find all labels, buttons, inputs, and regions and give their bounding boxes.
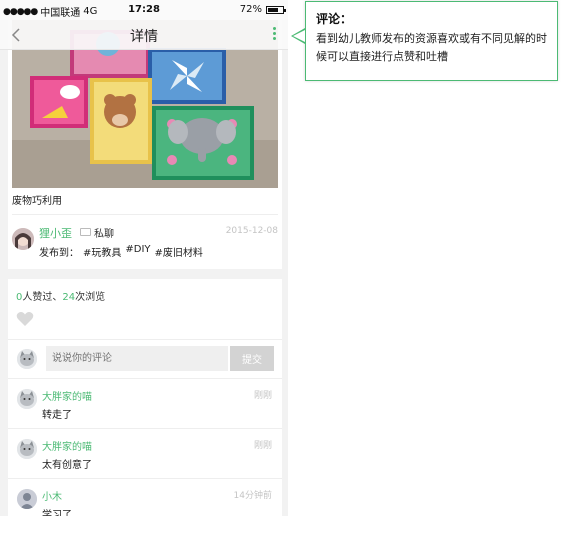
publish-label: 发布到： bbox=[39, 248, 79, 259]
commenter-name[interactable]: 大胖家的喵 bbox=[42, 388, 92, 403]
chat-icon[interactable] bbox=[80, 228, 91, 236]
comment-text: 太有创意了 bbox=[42, 460, 92, 471]
stats-card: 0人赞过、24次浏览 bbox=[8, 279, 282, 339]
heart-icon[interactable] bbox=[16, 311, 34, 327]
private-chat-link[interactable]: 私聊 bbox=[94, 225, 114, 240]
nav-bar: 详情 bbox=[0, 20, 288, 50]
commenter-name[interactable]: 大胖家的喵 bbox=[42, 438, 92, 453]
commenter-avatar[interactable] bbox=[17, 439, 37, 459]
comment-text: 学习了 bbox=[42, 510, 72, 516]
annotation-callout: 评论： 看到幼儿教师发布的资源喜欢或有不同见解的时候可以直接进行点赞和吐槽 bbox=[305, 1, 558, 81]
submit-comment-button[interactable]: 提交 bbox=[230, 346, 274, 371]
stats-line: 0人赞过、24次浏览 bbox=[16, 292, 106, 303]
callout-arrow-inner bbox=[293, 30, 305, 42]
tag[interactable]: #DIY bbox=[125, 244, 150, 259]
post-date: 2015-12-08 bbox=[225, 226, 278, 236]
commenter-avatar[interactable] bbox=[17, 389, 37, 409]
tags-row: 发布到： #玩教具 #DIY #废旧材料 bbox=[39, 244, 203, 259]
post-card: 废物巧利用 狸小歪 私聊 2015-12-08 发布到： #玩教具 #DIY #… bbox=[8, 20, 282, 269]
comment-item: 小木 14分钟前 学习了 bbox=[8, 478, 282, 516]
comment-time: 14分钟前 bbox=[233, 491, 272, 501]
post-caption: 废物巧利用 bbox=[12, 196, 62, 207]
view-count: 24 bbox=[62, 292, 76, 303]
battery-icon bbox=[266, 5, 286, 14]
page-title: 详情 bbox=[130, 29, 158, 45]
comment-time: 刚刚 bbox=[253, 391, 272, 401]
my-avatar bbox=[17, 349, 37, 369]
battery-fill bbox=[268, 7, 279, 12]
annotation-body: 看到幼儿教师发布的资源喜欢或有不同见解的时候可以直接进行点赞和吐槽 bbox=[316, 32, 547, 63]
commenter-name[interactable]: 小木 bbox=[42, 488, 62, 503]
battery-percent: 72% bbox=[239, 4, 262, 15]
tag[interactable]: #废旧材料 bbox=[155, 244, 203, 259]
comment-text: 转走了 bbox=[42, 410, 72, 421]
annotation-title: 评论： bbox=[316, 12, 353, 26]
commenter-avatar[interactable] bbox=[17, 489, 37, 509]
comments-section: 提交 大胖家的喵 刚刚 转走了 bbox=[8, 339, 282, 516]
comment-input[interactable] bbox=[46, 346, 228, 371]
phone-screen: ●●●●● 中国联通 4G 17:28 72% 废物巧利用 狸小歪 私聊 201… bbox=[0, 0, 288, 516]
author-avatar[interactable] bbox=[12, 228, 34, 250]
tag[interactable]: #玩教具 bbox=[83, 244, 121, 259]
comment-time: 刚刚 bbox=[253, 441, 272, 451]
comment-item: 大胖家的喵 刚刚 转走了 bbox=[8, 378, 282, 428]
author-name[interactable]: 狸小歪 bbox=[39, 225, 72, 241]
divider bbox=[12, 214, 278, 215]
status-bar: ●●●●● 中国联通 4G 17:28 72% bbox=[0, 0, 288, 20]
comment-item: 大胖家的喵 刚刚 太有创意了 bbox=[8, 428, 282, 478]
more-menu-icon[interactable] bbox=[270, 25, 278, 45]
